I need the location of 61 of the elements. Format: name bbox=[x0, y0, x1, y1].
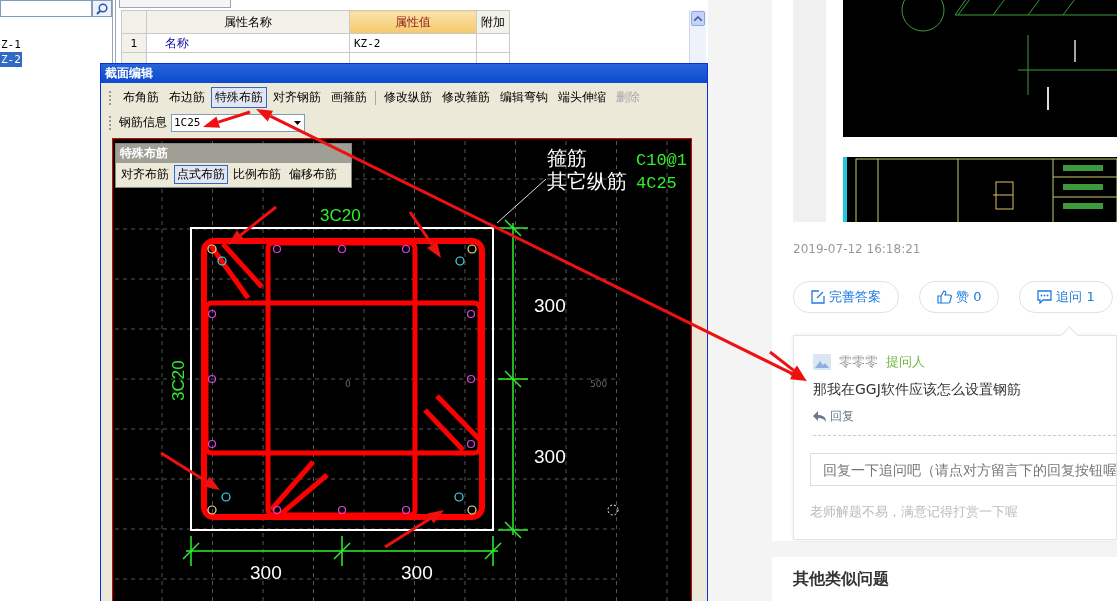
panel-button[interactable]: 点式布筋 bbox=[174, 165, 228, 184]
column-header[interactable]: 属性名称 bbox=[146, 10, 350, 34]
toolbar-button[interactable]: 修改纵筋 bbox=[380, 87, 436, 109]
window-title: 截面编辑 bbox=[101, 64, 707, 84]
legend-value: 4C25 bbox=[636, 174, 677, 193]
toolbar-button[interactable]: 端头伸缩 bbox=[554, 87, 610, 109]
tree-item[interactable]: Z-1 bbox=[0, 37, 22, 52]
section-title: 其他类似问题 bbox=[793, 569, 889, 588]
dimension-label: 300 bbox=[250, 562, 282, 583]
axis-label: 0 bbox=[345, 379, 351, 389]
toolbar-button[interactable]: 修改箍筋 bbox=[438, 87, 494, 109]
panel-title: 特殊布筋 bbox=[116, 144, 351, 163]
action-button[interactable]: 追问 1 bbox=[1019, 281, 1113, 313]
panel-button[interactable]: 对齐布筋 bbox=[118, 165, 172, 184]
legend-value: C10@1 bbox=[636, 151, 687, 170]
panel-button[interactable]: 比例布筋 bbox=[230, 165, 284, 184]
toolbar-button[interactable]: 画箍筋 bbox=[327, 87, 371, 109]
panel-tab[interactable] bbox=[119, 0, 231, 8]
reply-link[interactable]: 回复 bbox=[813, 408, 854, 425]
action-button[interactable]: 完善答案 bbox=[793, 281, 899, 313]
annotation-arrow bbox=[384, 510, 444, 549]
leader-line bbox=[496, 178, 547, 224]
comment-text: 那我在GGJ软件应该怎么设置钢筋 bbox=[813, 381, 1022, 399]
toolbar-button[interactable]: 特殊布筋 bbox=[211, 87, 267, 109]
table-cell: 名称 bbox=[146, 33, 350, 53]
legend-label: 箍筋 bbox=[547, 147, 587, 169]
search-icon bbox=[96, 2, 108, 15]
annotation-arrow bbox=[203, 110, 251, 128]
tree-item[interactable]: Z-2 bbox=[0, 52, 22, 67]
legend-label: 其它纵筋 bbox=[547, 170, 627, 192]
column-header bbox=[121, 10, 147, 34]
rebar-label: 3C20 bbox=[169, 360, 188, 401]
toolbar-button[interactable]: 布边筋 bbox=[165, 87, 209, 109]
chevron-up-icon bbox=[694, 16, 702, 21]
toolbar-button[interactable]: 对齐钢筋 bbox=[269, 87, 325, 109]
column-header[interactable]: 属性值 bbox=[349, 10, 477, 34]
dimension-label: 300 bbox=[534, 295, 566, 316]
rebar-label: 3C20 bbox=[320, 206, 361, 225]
axis-label: 500 bbox=[590, 379, 608, 389]
dimension-label: 300 bbox=[401, 562, 433, 583]
toolbar-button[interactable]: 布角筋 bbox=[119, 87, 163, 109]
panel-button[interactable]: 偏移布筋 bbox=[286, 165, 340, 184]
reply-field[interactable]: 回复一下追问吧（请点对方留言下的回复按钮喔 bbox=[810, 453, 1116, 486]
toolbar-button[interactable]: 编辑弯钩 bbox=[496, 87, 552, 109]
column-header[interactable]: 附加 bbox=[476, 10, 510, 34]
role-tag: 提问人 bbox=[886, 353, 925, 371]
search-field[interactable] bbox=[0, 0, 92, 17]
reply-icon bbox=[813, 411, 826, 422]
table-cell[interactable]: KZ-2 bbox=[349, 33, 477, 53]
thumbs-up-icon bbox=[937, 290, 952, 304]
chat-icon bbox=[1037, 290, 1053, 304]
drawing-canvas[interactable]: 0 500 300 300 300 300 3C20 3C20 箍筋 C10@1 其它纵筋 4C25 特殊布筋 对齐布筋 点式布筋 比例布筋 偏移布筋 bbox=[112, 138, 692, 601]
search-button[interactable] bbox=[92, 0, 112, 17]
field-label: 钢筋信息 bbox=[119, 114, 167, 131]
avatar-icon bbox=[813, 354, 831, 370]
action-button[interactable]: 赞 0 bbox=[919, 281, 1000, 313]
edit-icon bbox=[811, 290, 825, 304]
dimension-label: 300 bbox=[534, 446, 566, 467]
cursor-icon bbox=[607, 504, 619, 516]
annotation-arrow bbox=[160, 451, 220, 490]
timestamp: 2019-07-12 16:18:21 bbox=[793, 242, 922, 256]
